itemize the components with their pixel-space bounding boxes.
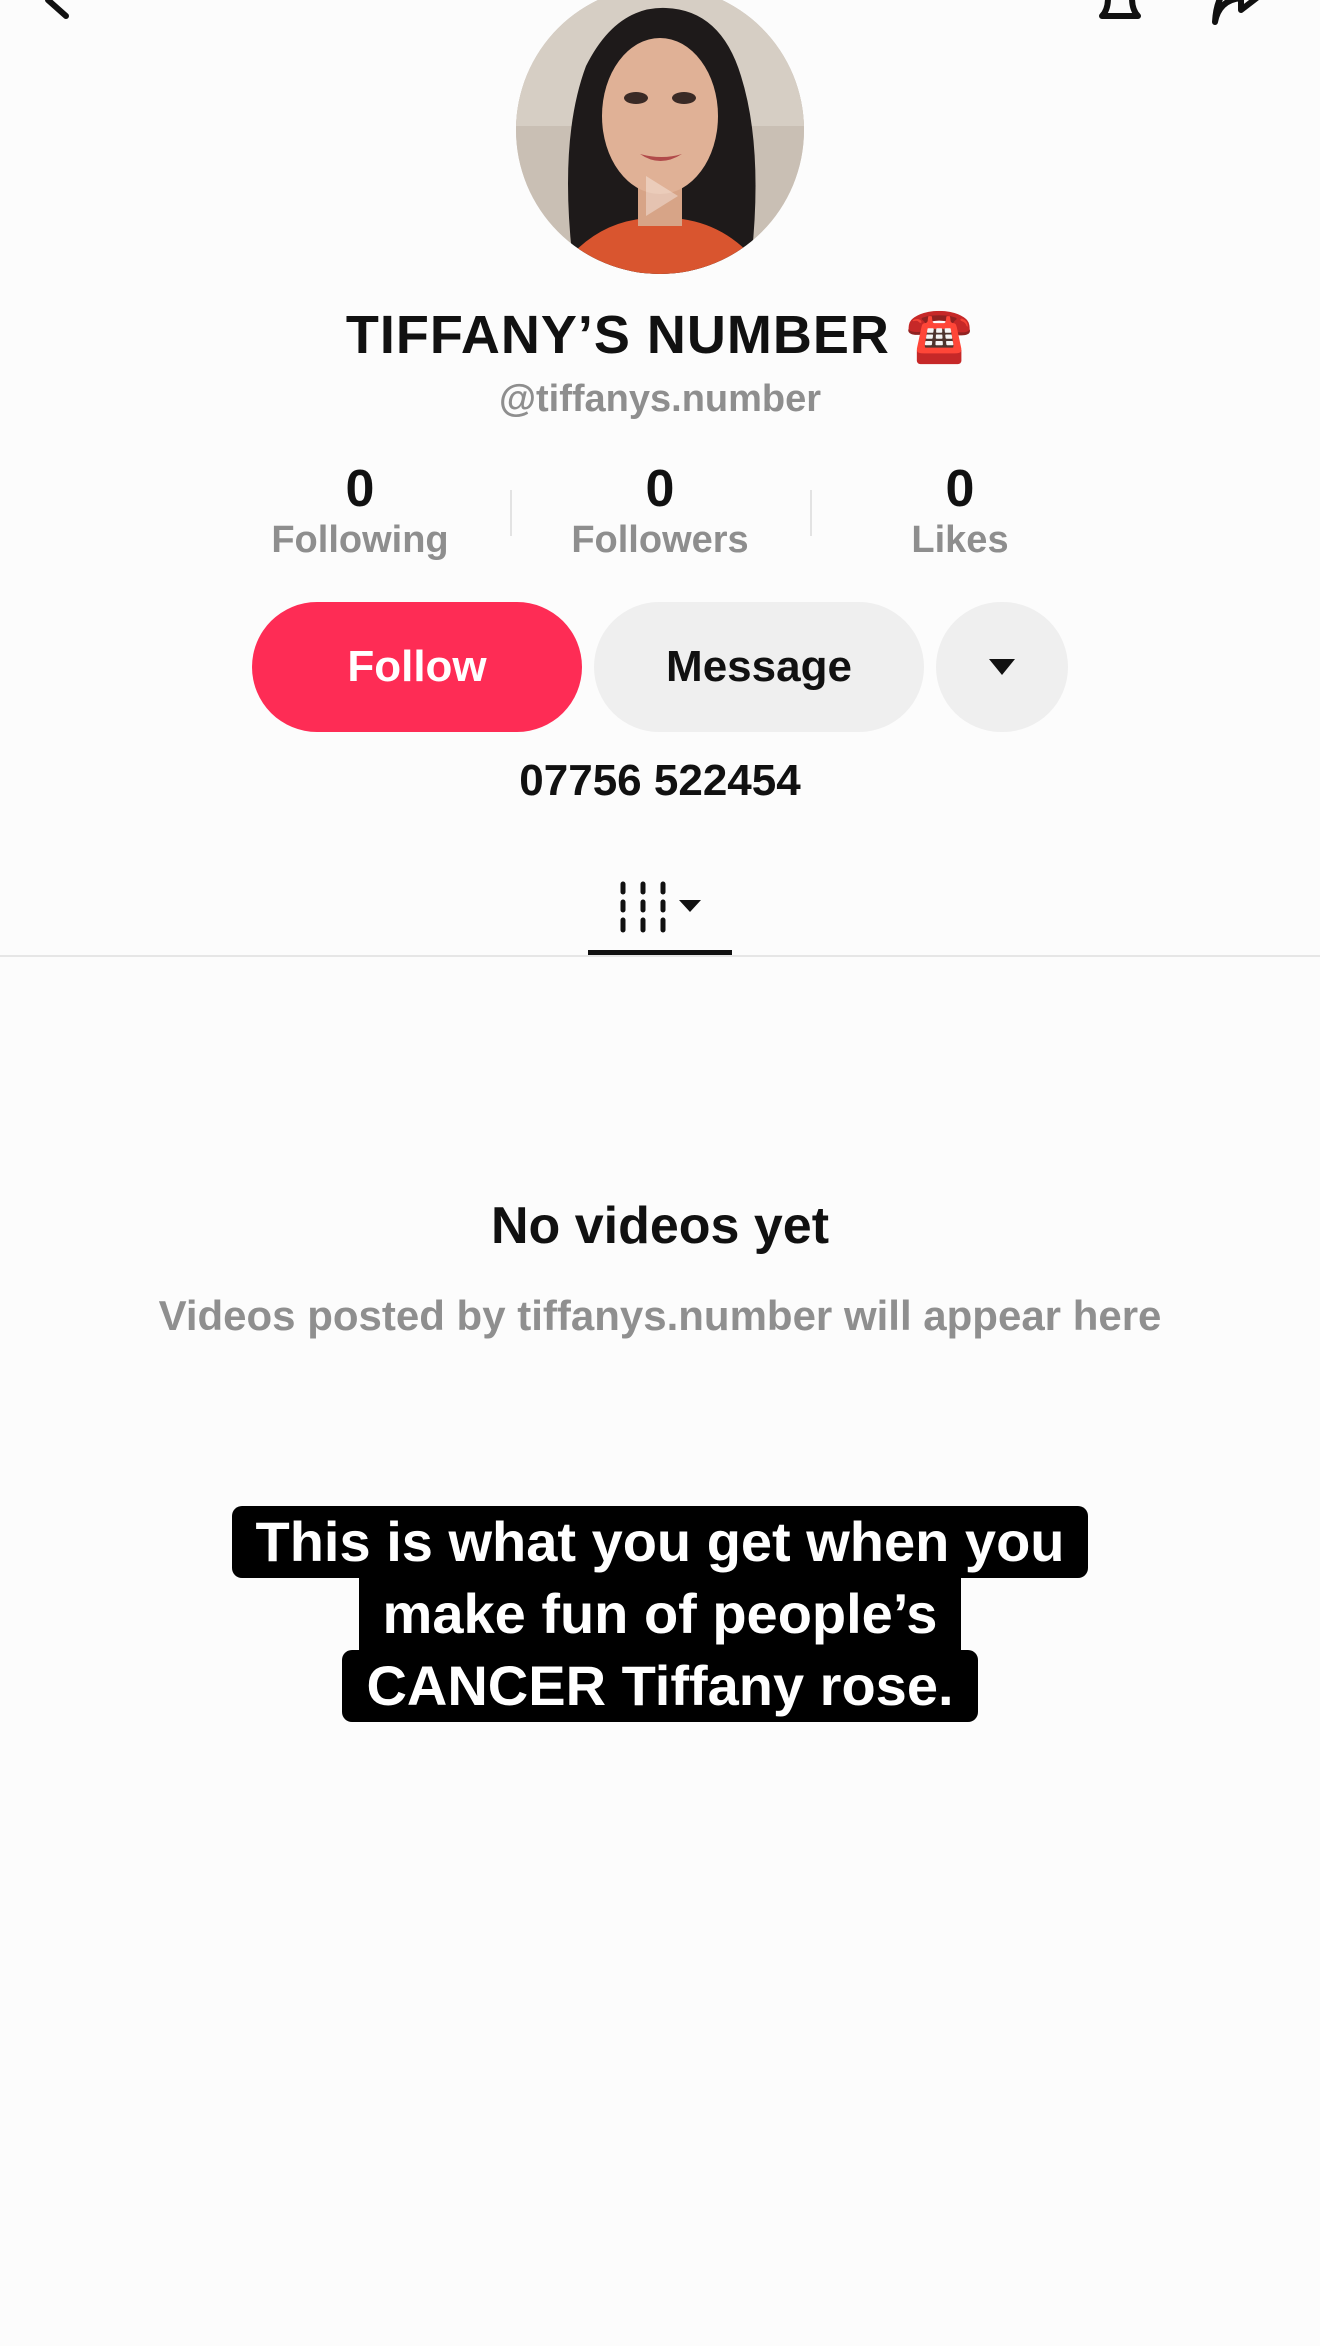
avatar[interactable] [516,0,804,274]
stat-label: Following [271,518,449,561]
share-icon [1212,0,1259,25]
empty-state-subtitle: Videos posted by tiffanys.number will ap… [158,1292,1162,1339]
avatar-image [516,0,804,274]
video-grid-icon [620,881,701,933]
stat-likes[interactable]: 0 Likes [840,462,1080,562]
stat-value: 0 [945,460,975,518]
stat-following[interactable]: 0 Following [240,462,480,562]
stat-divider [510,490,512,536]
notification-button[interactable] [1090,0,1150,30]
back-button[interactable] [30,0,90,30]
stat-followers[interactable]: 0 Followers [540,462,780,562]
display-name: TIFFANY’S NUMBER ☎️ [0,304,1320,367]
tab-videos[interactable] [588,860,732,956]
stat-value: 0 [645,460,675,518]
username: @tiffanys.number [498,378,822,420]
telephone-emoji-icon: ☎️ [905,305,975,365]
caption-line: This is what you get when you [231,1506,1089,1578]
caption-overlay: This is what you get when you make fun o… [0,1506,1320,1722]
stat-label: Followers [571,518,749,561]
empty-state-title: No videos yet [490,1197,830,1255]
message-button[interactable]: Message [594,602,924,732]
back-arrow-icon [45,0,69,19]
caption-line: make fun of people’s [358,1578,962,1650]
caption-line: CANCER Tiffany rose. [342,1650,978,1722]
stat-label: Likes [911,518,1009,561]
stat-divider [810,490,812,536]
caret-down-icon [989,659,1015,675]
stat-value: 0 [345,460,375,518]
bio-text: 07756 522454 [519,756,801,805]
suggested-accounts-button[interactable] [936,602,1068,732]
tab-divider [0,955,1320,957]
display-name-text: TIFFANY’S NUMBER [345,305,890,365]
follow-button[interactable]: Follow [252,602,582,732]
bell-icon [1099,0,1141,19]
share-button[interactable] [1205,0,1275,30]
